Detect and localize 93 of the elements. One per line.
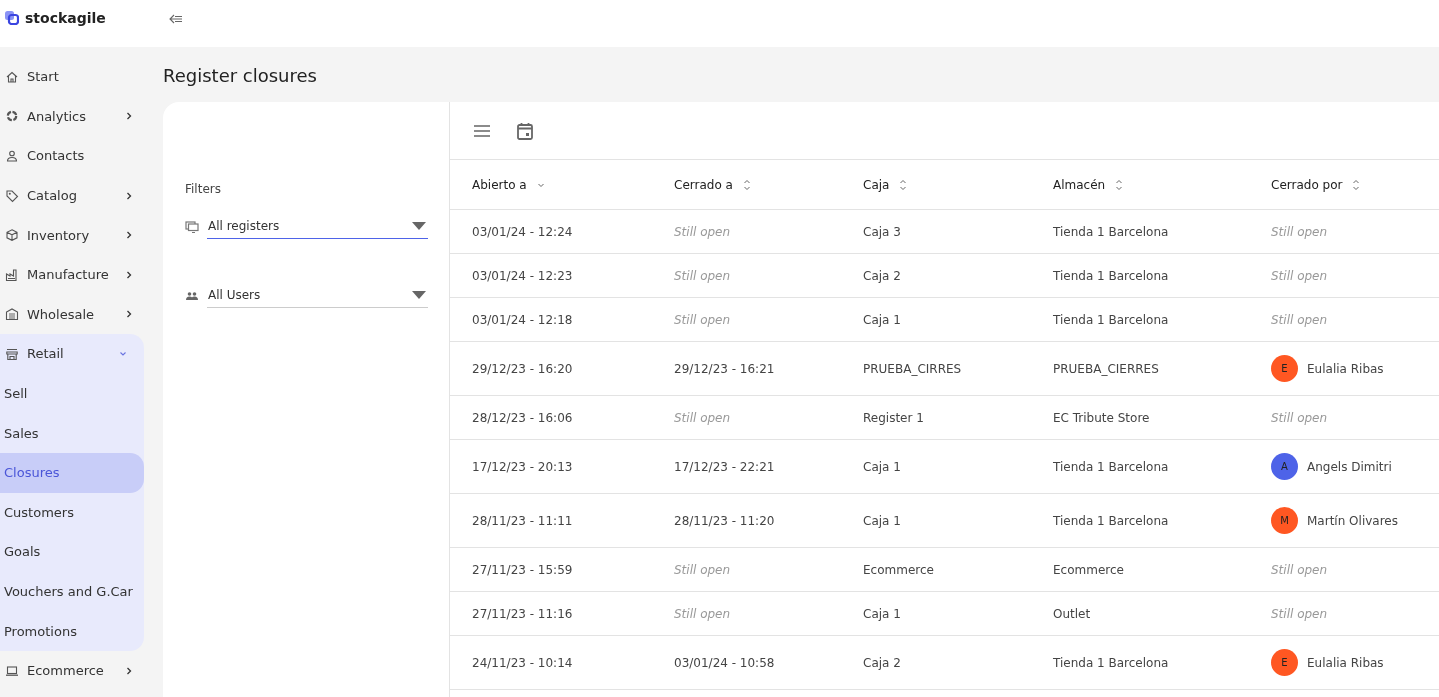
table-cell: Ecommerce bbox=[1053, 562, 1124, 577]
still-open-text: Still open bbox=[1271, 312, 1328, 327]
still-open-text: Still open bbox=[674, 312, 731, 327]
table-cell: 28/11/23 - 11:11 bbox=[472, 513, 573, 528]
avatar: E bbox=[1271, 649, 1298, 676]
table-cell: 03/01/24 - 12:23 bbox=[472, 268, 573, 283]
monitor-icon bbox=[185, 219, 199, 234]
still-open-text: Still open bbox=[674, 224, 731, 239]
laptop-icon bbox=[5, 663, 19, 678]
table-cell: Register 1 bbox=[863, 410, 924, 425]
tag-icon bbox=[5, 188, 19, 203]
store-icon bbox=[5, 346, 19, 361]
table-cell: Tienda 1 Barcelona bbox=[1053, 513, 1169, 528]
table-cell: Caja 1 bbox=[863, 312, 901, 327]
table-cell: 17/12/23 - 22:21 bbox=[674, 459, 775, 474]
person-icon bbox=[5, 149, 19, 163]
filter-dropdown[interactable]: All Users bbox=[207, 283, 428, 308]
table-cell: 27/11/23 - 11:16 bbox=[472, 606, 573, 621]
factory-icon bbox=[5, 267, 19, 282]
column-header[interactable]: Abierto a bbox=[472, 177, 545, 192]
submenu-item[interactable]: Sell bbox=[0, 373, 144, 414]
table-cell: 29/12/23 - 16:20 bbox=[472, 361, 573, 376]
still-open-text: Still open bbox=[1271, 268, 1328, 283]
table-cell: 03/01/24 - 12:24 bbox=[472, 224, 573, 239]
submenu-item[interactable]: Vouchers and G.Car bbox=[0, 571, 144, 612]
table-cell: 24/11/23 - 10:14 bbox=[472, 655, 573, 670]
table-cell: Tienda 1 Barcelona bbox=[1053, 459, 1169, 474]
sidebar-item[interactable]: Contacts bbox=[0, 136, 150, 176]
warehouse-icon bbox=[5, 307, 19, 322]
table-cell: Caja 3 bbox=[863, 224, 901, 239]
table-cell: 03/01/24 - 10:58 bbox=[674, 655, 775, 670]
table-cell: Ecommerce bbox=[863, 562, 934, 577]
column-header[interactable]: Almacén bbox=[1053, 177, 1124, 192]
table-cell: Tienda 1 Barcelona bbox=[1053, 312, 1169, 327]
table-cell: 03/01/24 - 12:18 bbox=[472, 312, 573, 327]
user-name: Eulalia Ribas bbox=[1307, 361, 1384, 376]
sidebar-item[interactable]: Retail bbox=[0, 334, 144, 374]
page-title: Register closures bbox=[163, 65, 318, 86]
still-open-text: Still open bbox=[674, 606, 731, 621]
box-icon bbox=[5, 228, 19, 243]
still-open-text: Still open bbox=[674, 562, 731, 577]
table-cell: 29/12/23 - 16:21 bbox=[674, 361, 775, 376]
still-open-text: Still open bbox=[674, 410, 731, 425]
avatar: A bbox=[1271, 453, 1298, 480]
calendar-icon[interactable] bbox=[515, 120, 535, 141]
table-cell: EC Tribute Store bbox=[1053, 410, 1150, 425]
sidebar-item[interactable]: Analytics bbox=[0, 96, 150, 137]
avatar: E bbox=[1271, 355, 1298, 382]
table-cell: 17/12/23 - 20:13 bbox=[472, 459, 573, 474]
table-cell: Caja 1 bbox=[863, 606, 901, 621]
table-cell: Outlet bbox=[1053, 606, 1091, 621]
user-name: Martín Olivares bbox=[1307, 513, 1398, 528]
brand-name: stockagile bbox=[25, 9, 106, 26]
table-cell: Caja 1 bbox=[863, 513, 901, 528]
submenu-item[interactable]: Closures bbox=[0, 452, 144, 493]
sidebar-item[interactable]: Ecommerce bbox=[0, 650, 150, 691]
home-icon bbox=[5, 69, 19, 84]
column-header[interactable]: Cerrado por bbox=[1271, 177, 1361, 192]
table-cell: Tienda 1 Barcelona bbox=[1053, 268, 1169, 283]
table-cell: Caja 2 bbox=[863, 268, 901, 283]
sidebar-item[interactable]: Wholesale bbox=[0, 294, 150, 335]
still-open-text: Still open bbox=[674, 268, 731, 283]
column-header[interactable]: Caja bbox=[863, 177, 908, 192]
submenu-item[interactable]: Promotions bbox=[0, 611, 144, 651]
submenu-item[interactable]: Goals bbox=[0, 532, 144, 572]
user-name: Angels Dimitri bbox=[1307, 459, 1392, 474]
still-open-text: Still open bbox=[1271, 562, 1328, 577]
user-name: Eulalia Ribas bbox=[1307, 655, 1384, 670]
logo-icon bbox=[4, 10, 19, 25]
sidebar-item[interactable]: Start bbox=[0, 57, 150, 97]
analytics-icon bbox=[5, 109, 19, 124]
submenu-item[interactable]: Sales bbox=[0, 413, 144, 453]
submenu-item[interactable]: Customers bbox=[0, 492, 144, 533]
table-cell: 27/11/23 - 15:59 bbox=[472, 562, 573, 577]
column-header[interactable]: Cerrado a bbox=[674, 177, 751, 192]
filters-title: Filters bbox=[185, 182, 222, 196]
sidebar-item[interactable]: Inventory bbox=[0, 215, 150, 255]
sidebar-item[interactable]: Catalog bbox=[0, 175, 150, 216]
collapse-menu-icon[interactable] bbox=[169, 13, 183, 24]
table-cell: Tienda 1 Barcelona bbox=[1053, 655, 1169, 670]
table-cell: Caja 2 bbox=[863, 655, 901, 670]
table-cell: 28/11/23 - 11:20 bbox=[674, 513, 775, 528]
sidebar-item[interactable]: Manufacture bbox=[0, 254, 150, 295]
filter-dropdown[interactable]: All registers bbox=[207, 214, 428, 239]
table-cell: PRUEBA_CIERRES bbox=[1053, 361, 1159, 376]
avatar: M bbox=[1271, 507, 1298, 534]
still-open-text: Still open bbox=[1271, 606, 1328, 621]
still-open-text: Still open bbox=[1271, 410, 1328, 425]
table-cell: PRUEBA_CIRRES bbox=[863, 361, 962, 376]
table-cell: Tienda 1 Barcelona bbox=[1053, 224, 1169, 239]
table-cell: Caja 1 bbox=[863, 459, 901, 474]
still-open-text: Still open bbox=[1271, 224, 1328, 239]
table-cell: 28/12/23 - 16:06 bbox=[472, 410, 573, 425]
